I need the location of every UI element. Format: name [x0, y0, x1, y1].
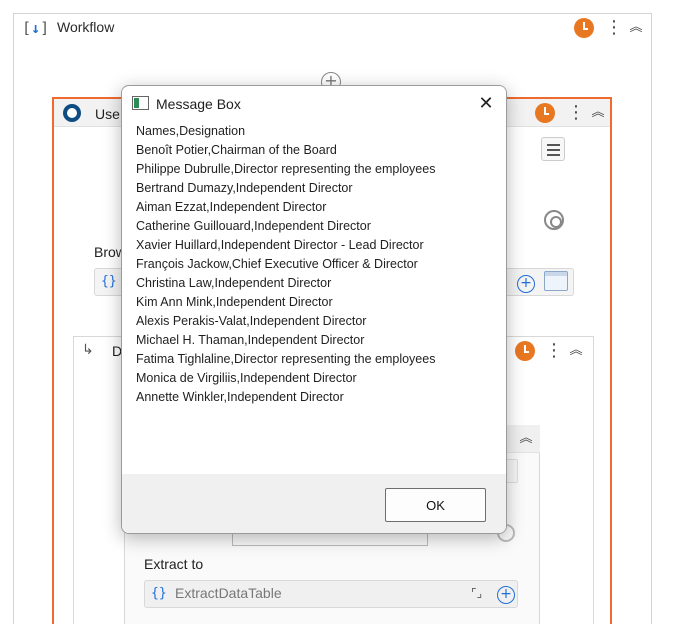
- message-line: Monica de Virgiliis,Independent Director: [136, 371, 357, 385]
- collapse-icon[interactable]: ︽: [591, 103, 605, 123]
- expression-icon: {}: [101, 274, 117, 289]
- message-line: Bertrand Dumazy,Independent Director: [136, 181, 353, 195]
- collapse-icon[interactable]: ︽: [519, 429, 533, 449]
- workflow-icon: [↓]: [22, 19, 49, 37]
- workflow-title: Workflow: [57, 19, 115, 35]
- extract-to-label: Extract to: [144, 556, 204, 572]
- clock-icon[interactable]: [574, 18, 594, 38]
- message-line: Alexis Perakis-Valat,Independent Directo…: [136, 314, 367, 328]
- expression-icon: {}: [151, 586, 167, 601]
- do-arrow-icon: ↳: [82, 342, 94, 358]
- message-line: Xavier Huillard,Independent Director - L…: [136, 238, 424, 252]
- message-box-dialog: Message Box ✕ Names,Designation Benoît Po…: [121, 85, 507, 534]
- message-line: Annette Winkler,Independent Director: [136, 390, 344, 404]
- extract-to-value: ExtractDataTable: [175, 585, 282, 601]
- more-options-icon[interactable]: ⋮: [567, 103, 585, 123]
- message-line: Names,Designation: [136, 124, 246, 138]
- dialog-titlebar: Message Box ✕: [122, 86, 506, 122]
- message-line: Aiman Ezzat,Independent Director: [136, 200, 327, 214]
- more-options-icon[interactable]: ⋮: [605, 18, 623, 38]
- add-variable-icon[interactable]: +: [517, 275, 535, 293]
- hamburger-menu-icon[interactable]: [541, 137, 565, 161]
- browser-window-icon[interactable]: [544, 271, 568, 291]
- dialog-title: Message Box: [156, 96, 241, 112]
- use-application-title: Use: [95, 106, 120, 122]
- app-logo-icon: [63, 104, 81, 122]
- message-line: Fatima Tighlaline,Director representing …: [136, 352, 436, 366]
- collapse-icon[interactable]: ︽: [569, 341, 583, 361]
- message-line: Kim Ann Mink,Independent Director: [136, 295, 333, 309]
- close-icon[interactable]: ✕: [474, 92, 498, 116]
- add-variable-icon[interactable]: +: [497, 586, 515, 604]
- window-icon: [132, 96, 149, 110]
- message-line: Benoît Potier,Chairman of the Board: [136, 143, 337, 157]
- collapse-icon[interactable]: ︽: [629, 18, 643, 38]
- clock-icon[interactable]: [515, 341, 535, 361]
- message-line: Philippe Dubrulle,Director representing …: [136, 162, 436, 176]
- expand-editor-icon[interactable]: ⌜⌟: [471, 586, 482, 600]
- clock-icon[interactable]: [535, 103, 555, 123]
- message-line: Michael H. Thaman,Independent Director: [136, 333, 365, 347]
- more-options-icon[interactable]: ⋮: [545, 341, 563, 361]
- message-text: Names,Designation Benoît Potier,Chairman …: [136, 122, 435, 407]
- target-indicate-icon[interactable]: [544, 210, 564, 230]
- ok-button[interactable]: OK: [385, 488, 486, 522]
- message-line: François Jackow,Chief Executive Officer …: [136, 257, 418, 271]
- message-line: Catherine Guillouard,Independent Directo…: [136, 219, 371, 233]
- message-line: Christina Law,Independent Director: [136, 276, 332, 290]
